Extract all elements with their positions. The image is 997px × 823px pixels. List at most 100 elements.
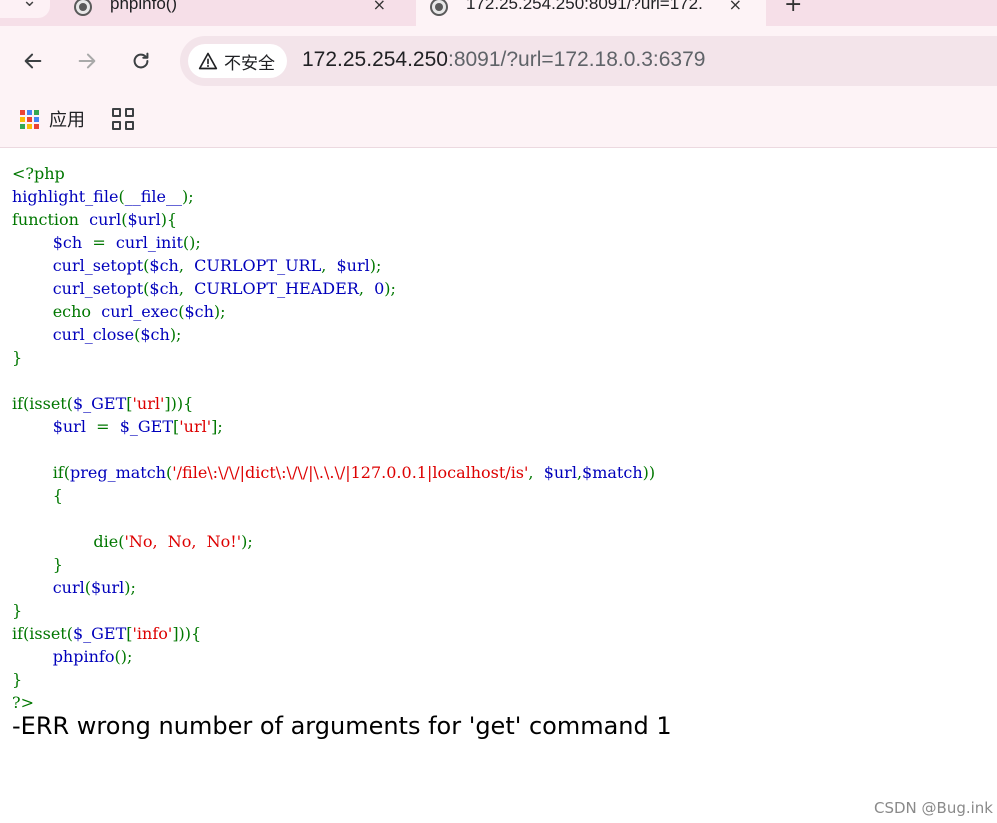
code-token: ?>: [12, 693, 34, 712]
code-token: curl_setopt: [12, 279, 144, 298]
forward-button[interactable]: [70, 44, 104, 78]
apps-grid-dot: [27, 123, 32, 129]
code-line: if(isset($_GET['url'])){: [12, 392, 655, 415]
code-token: $ch: [140, 325, 170, 344]
arrow-left-icon: [24, 53, 42, 69]
code-line: curl_close($ch);: [12, 323, 655, 346]
code-token: }: [12, 601, 23, 620]
bookmark-apps[interactable]: 应用: [20, 106, 85, 132]
browser-toolbar: 不安全 172.25.254.250:8091/?url=172.18.0.3:…: [0, 26, 997, 96]
code-token: }: [12, 555, 63, 574]
tab-search-button[interactable]: ⌄: [0, 0, 50, 18]
tab-strip: ⌄ phpinfo() × 172.25.254.250:8091/?url=1…: [0, 0, 997, 26]
tab-groups-icon[interactable]: [112, 108, 134, 130]
globe-favicon-icon: [430, 0, 448, 16]
code-line: }: [12, 599, 655, 622]
code-token: function: [12, 210, 90, 229]
code-line: ?>: [12, 691, 655, 714]
tab-phpinfo[interactable]: phpinfo() ×: [60, 0, 410, 26]
close-icon[interactable]: ×: [373, 0, 386, 14]
code-line: function curl($url){: [12, 208, 655, 231]
code-token: phpinfo: [12, 647, 115, 666]
tab-title: phpinfo(): [110, 0, 178, 13]
code-line: curl_setopt($ch, CURLOPT_URL, $url);: [12, 254, 655, 277]
code-token: 'url': [179, 417, 212, 436]
apps-grid-dot: [34, 116, 39, 122]
code-token: =: [96, 417, 120, 436]
code-token: $_GET: [72, 394, 127, 413]
code-token: );: [181, 187, 194, 206]
redis-error-output: -ERR wrong number of arguments for 'get'…: [12, 712, 672, 740]
apps-grid-dot: [20, 116, 25, 122]
code-token: ,: [178, 256, 195, 275]
code-token: ){: [160, 210, 178, 229]
code-token: );: [169, 325, 182, 344]
watermark: CSDN @Bug.ink: [874, 799, 993, 817]
code-line: if(preg_match('/file\:\/\/|dict\:\/\/|\.…: [12, 461, 655, 484]
code-line: $ch = curl_init();: [12, 231, 655, 254]
code-token: $url: [90, 578, 125, 597]
code-line: echo curl_exec($ch);: [12, 300, 655, 323]
reload-icon: [133, 52, 149, 69]
code-line: {: [12, 484, 655, 507]
code-token: curl_exec: [101, 302, 179, 321]
code-token: );: [241, 532, 253, 551]
code-token: curl: [89, 210, 122, 229]
code-token: $url: [543, 463, 577, 482]
code-token: ,: [528, 463, 544, 482]
code-token: curl: [12, 578, 85, 597]
security-indicator[interactable]: 不安全: [188, 44, 287, 78]
code-token: $ch: [149, 256, 179, 275]
url-text[interactable]: 172.25.254.250:8091/?url=172.18.0.3:6379: [302, 48, 705, 72]
code-token: 'info': [132, 624, 173, 643]
code-token: {: [12, 486, 63, 505]
close-icon[interactable]: ×: [729, 0, 742, 14]
code-token: ])){: [172, 624, 202, 643]
code-line: highlight_file(__file__);: [12, 185, 655, 208]
code-line: $url = $_GET['url'];: [12, 415, 655, 438]
warning-triangle-icon: [198, 52, 218, 70]
code-token: $url: [127, 210, 161, 229]
code-token: __file__: [124, 187, 182, 206]
reload-button[interactable]: [124, 44, 158, 78]
code-line: phpinfo();: [12, 645, 655, 668]
code-line: curl_setopt($ch, CURLOPT_HEADER, 0);: [12, 277, 655, 300]
code-token: $ch: [12, 233, 93, 252]
code-token: curl_init: [115, 233, 183, 252]
code-token: ,: [321, 256, 337, 275]
code-token: 'url': [132, 394, 165, 413]
code-token: ();: [182, 233, 201, 252]
code-token: $_GET: [72, 624, 127, 643]
php-source-code: <?php highlight_file(__file__); function c…: [12, 162, 655, 714]
code-token: if(isset(: [12, 624, 73, 643]
apps-grid-dot: [20, 123, 25, 129]
back-button[interactable]: [16, 44, 50, 78]
chevron-down-icon: ⌄: [22, 0, 38, 11]
new-tab-button[interactable]: +: [784, 0, 802, 17]
code-token: '/file\:\/\/|dict\:\/\/|\.\.\/|127.0.0.1…: [172, 463, 529, 482]
code-token: );: [124, 578, 136, 597]
code-token: highlight_file: [12, 187, 119, 206]
code-line: }: [12, 346, 655, 369]
code-token: ];: [211, 417, 223, 436]
code-token: preg_match: [69, 463, 166, 482]
code-token: $ch: [149, 279, 179, 298]
code-token: $url: [12, 417, 97, 436]
tab-current[interactable]: 172.25.254.250:8091/?url=172. ×: [416, 0, 766, 26]
address-bar[interactable]: 不安全 172.25.254.250:8091/?url=172.18.0.3:…: [180, 36, 997, 86]
code-token: CURLOPT_HEADER: [194, 279, 359, 298]
arrow-right-icon: [78, 53, 96, 69]
code-token: ();: [114, 647, 133, 666]
code-token: );: [213, 302, 226, 321]
code-token: curl_setopt: [12, 256, 144, 275]
code-token: if(: [12, 463, 70, 482]
tab-title: 172.25.254.250:8091/?url=172.: [466, 0, 703, 13]
code-token: CURLOPT_URL: [194, 256, 322, 275]
apps-grid-dot: [27, 109, 32, 115]
code-token: <?php: [12, 164, 65, 183]
url-path: :8091/?url=172.18.0.3:6379: [447, 48, 706, 71]
code-token: ,: [358, 279, 375, 298]
